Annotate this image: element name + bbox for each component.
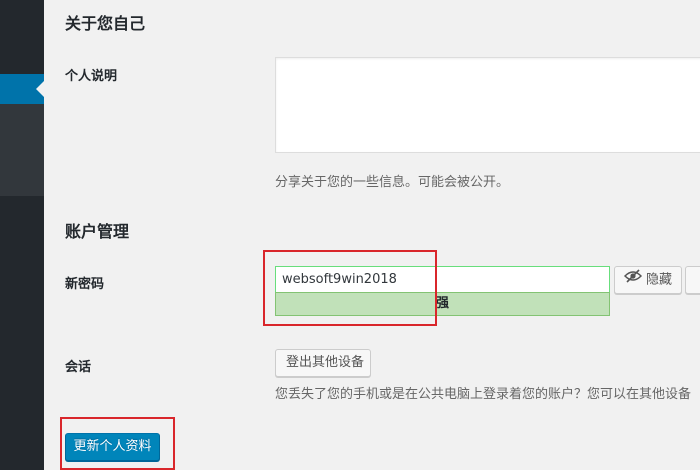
bio-description: 分享关于您的一些信息。可能会被公开。 <box>275 175 510 190</box>
profile-form: 关于您自己 个人说明 分享关于您的一些信息。可能会被公开。 账户管理 新密码 强… <box>44 0 700 470</box>
bio-textarea[interactable] <box>275 57 700 153</box>
admin-sidebar <box>0 0 44 470</box>
new-password-input[interactable] <box>275 266 610 292</box>
sessions-label: 会话 <box>65 360 92 375</box>
account-management-heading: 账户管理 <box>65 222 130 241</box>
hide-button-label: 隐藏 <box>645 272 672 288</box>
cancel-password-button[interactable] <box>685 266 700 294</box>
eye-slash-icon <box>623 267 643 293</box>
logout-other-devices-button[interactable]: 登出其他设备 <box>275 349 371 377</box>
sidebar-active-arrow <box>36 81 44 97</box>
bio-label: 个人说明 <box>65 69 118 84</box>
update-profile-button[interactable]: 更新个人资料 <box>65 433 160 461</box>
new-password-label: 新密码 <box>65 277 105 292</box>
password-strength-meter: 强 <box>275 292 610 316</box>
about-yourself-heading: 关于您自己 <box>65 14 146 33</box>
sidebar-submenu <box>0 104 44 196</box>
hide-password-button[interactable]: 隐藏 <box>614 266 682 294</box>
password-field-group: 强 <box>275 266 610 316</box>
sessions-description: 您丢失了您的手机或是在公共电脑上登录着您的账户？您可以在其他设备 <box>275 387 692 402</box>
